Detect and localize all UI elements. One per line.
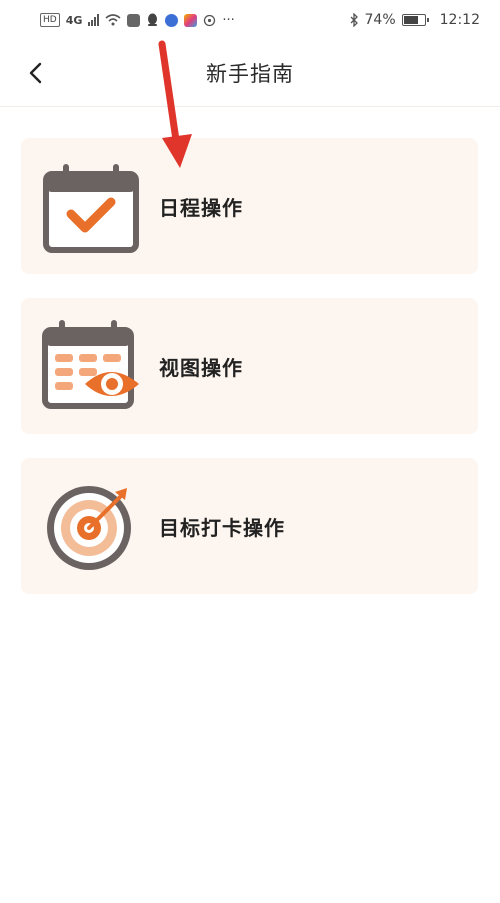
calendar-view-icon [42,320,139,409]
guide-item-label: 视图操作 [159,355,243,380]
status-left: HD 4G ··· [40,13,235,28]
guide-item-goal-checkin[interactable]: 目标打卡操作 [21,458,478,594]
target-icon [47,486,131,570]
clock: 12:12 [439,12,480,28]
guide-item-label: 目标打卡操作 [159,515,285,540]
guide-item-schedule[interactable]: 日程操作 [21,138,478,274]
bluetooth-icon [350,13,358,27]
guide-item-label: 日程操作 [159,195,243,220]
chevron-left-icon [29,62,42,84]
status-bar: HD 4G ··· 74% 12:12 [0,0,500,40]
signal-icon [88,14,100,26]
wifi-icon [105,14,121,26]
network-indicator: 4G [65,13,83,27]
back-button[interactable] [18,55,54,91]
guide-item-view[interactable]: 视图操作 [21,298,478,434]
status-right: 74% 12:12 [349,12,480,28]
location-icon [204,14,216,26]
calendar-check-icon [43,164,139,253]
battery-percent: 74% [364,12,396,28]
top-navigation-bar: 新手指南 [0,40,500,107]
qq-icon [148,13,158,26]
music-app-icon [165,13,179,27]
message-app-icon [127,13,141,27]
page-title: 新手指南 [206,62,294,86]
battery-icon [401,14,429,26]
more-notifications-icon: ··· [222,12,235,28]
colorful-app-icon [184,13,198,27]
hd-indicator: HD [40,13,60,27]
